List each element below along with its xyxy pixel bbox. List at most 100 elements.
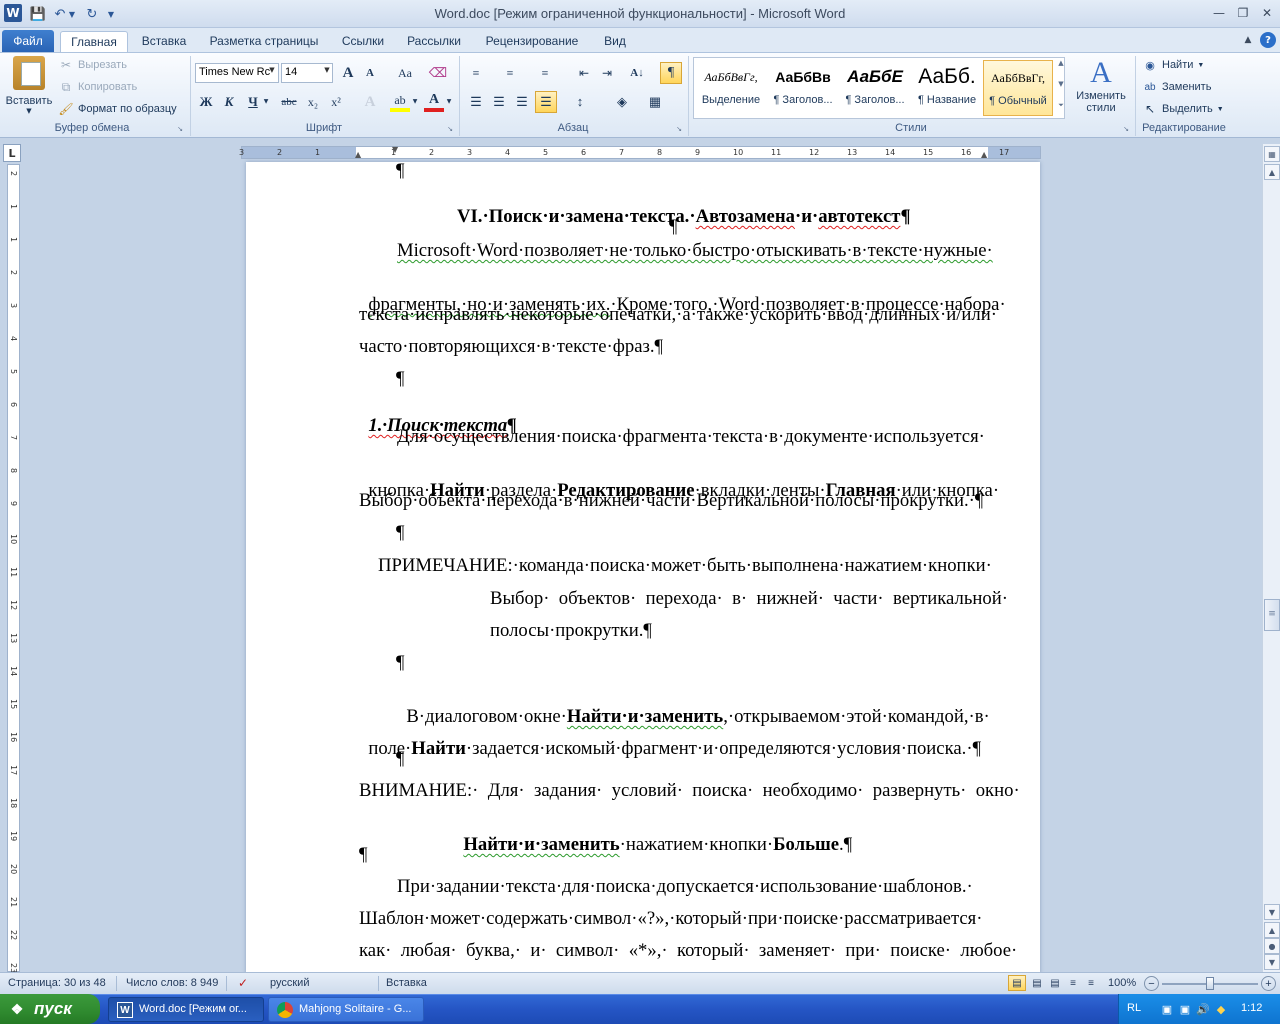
paragraph-mark[interactable]: ¶ — [396, 368, 404, 390]
tray-icon[interactable]: ▣ — [1177, 1001, 1193, 1017]
bullets-icon[interactable]: ≡ — [466, 63, 486, 83]
subscript-button[interactable]: x₂ — [303, 92, 323, 112]
tab-mailings[interactable]: Рассылки — [402, 31, 466, 52]
doc-line[interactable]: текста·исправлять·некоторые·опечатки,·а·… — [359, 304, 997, 326]
previous-page-icon[interactable]: ▲ — [1264, 922, 1280, 938]
proofing-icon[interactable]: ✓ — [234, 975, 252, 991]
underline-button[interactable]: Ч — [243, 92, 263, 112]
taskbar-item-word[interactable]: W Word.doc [Режим ог... — [108, 997, 264, 1022]
text-effects-icon[interactable]: A — [360, 92, 380, 112]
tab-page-layout[interactable]: Разметка страницы — [204, 31, 324, 52]
styles-launcher-icon[interactable]: ↘ — [1122, 125, 1130, 133]
justify-button[interactable]: ☰ — [535, 91, 557, 113]
doc-line[interactable]: поле·Найти·задается·искомый·фрагмент·и·о… — [359, 716, 981, 760]
doc-heading[interactable]: VI.·Поиск·и·замена·текста.·Автозамена·и·… — [448, 184, 911, 228]
select-button[interactable]: ↖ Выделить ▼ — [1142, 99, 1224, 119]
security-icon[interactable]: ◆ — [1213, 1001, 1229, 1017]
vertical-scrollbar[interactable]: ▦ ▲ ≡ ▼ ▲ ● ▼ — [1262, 144, 1280, 972]
underline-dropdown-icon[interactable]: ▼ — [262, 98, 270, 105]
print-layout-view-icon[interactable]: ▤ — [1008, 975, 1026, 991]
styles-scroll-down-icon[interactable]: ▼ — [1056, 80, 1066, 88]
decrease-indent-icon[interactable]: ⇤ — [574, 63, 594, 83]
web-layout-icon[interactable]: ▤ — [1046, 975, 1064, 991]
clipboard-launcher-icon[interactable]: ↘ — [176, 125, 184, 133]
paragraph-mark[interactable]: ¶ — [396, 748, 404, 770]
doc-line[interactable]: Выбор·объекта·перехода·в·нижней·части·Ве… — [359, 490, 983, 512]
highlight-dropdown-icon[interactable]: ▼ — [411, 98, 419, 105]
keyboard-language[interactable]: RL — [1127, 1002, 1141, 1014]
insert-mode[interactable]: Вставка — [386, 977, 427, 989]
outline-view-icon[interactable]: ≡ — [1064, 975, 1082, 991]
paragraph-launcher-icon[interactable]: ↘ — [675, 125, 683, 133]
tab-file[interactable]: Файл — [2, 30, 54, 52]
horizontal-ruler[interactable]: 3 2 1 1 2 3 4 5 6 7 8 9 10 11 12 13 14 15 16 17 ▼ ▲ ▲ — [239, 145, 1041, 159]
word-count[interactable]: Число слов: 8 949 — [126, 977, 218, 989]
scroll-down-icon[interactable]: ▼ — [1264, 904, 1280, 920]
font-color-dropdown-icon[interactable]: ▼ — [445, 98, 453, 105]
paragraph-mark[interactable]: ¶ — [359, 844, 367, 866]
language-indicator[interactable]: русский — [270, 977, 309, 989]
grow-font-icon[interactable]: A — [338, 63, 358, 83]
tab-references[interactable]: Ссылки — [336, 31, 390, 52]
doc-line[interactable]: ПРИМЕЧАНИЕ:·команда·поиска·может·быть·вы… — [378, 555, 992, 577]
multilevel-list-icon[interactable]: ≡ — [535, 63, 555, 83]
doc-line[interactable]: часто·повторяющихся·в·тексте·фраз.¶ — [359, 336, 663, 358]
font-color-icon[interactable]: A — [424, 92, 444, 112]
sort-icon[interactable]: A↓ — [627, 63, 647, 83]
change-case-icon[interactable]: Aa — [392, 63, 418, 83]
doc-line[interactable]: как· любая· буква,· и· символ· «*»,· кот… — [359, 940, 1017, 962]
strikethrough-button[interactable]: abc — [278, 92, 300, 112]
vertical-ruler[interactable]: 2 1 1 2 3 4 5 6 7 8 9 10 11 12 13 14 15 16 17 18 19 20 21 22 23 — [7, 164, 20, 973]
full-screen-reading-icon[interactable]: ▤ — [1028, 975, 1046, 991]
line-spacing-icon[interactable]: ↕ — [570, 92, 590, 112]
tab-view[interactable]: Вид — [598, 31, 632, 52]
view-ruler-icon[interactable]: ▦ — [1264, 146, 1280, 162]
style-normal[interactable]: АаБбВвГг, ¶ Обычный — [983, 60, 1053, 116]
first-line-indent-marker[interactable]: ▼ — [392, 145, 398, 154]
doc-line[interactable]: Шаблон·может·содержать·символ·«?»,·котор… — [359, 908, 982, 930]
style-emphasis[interactable]: АаБбВвГг, Выделение — [696, 60, 766, 116]
doc-line[interactable]: Для·осуществления·поиска·фрагмента·текст… — [397, 426, 985, 448]
italic-button[interactable]: К — [219, 92, 239, 112]
superscript-button[interactable]: x² — [326, 92, 346, 112]
scroll-thumb[interactable]: ≡ — [1264, 599, 1280, 631]
shrink-font-icon[interactable]: A — [360, 63, 380, 83]
clear-formatting-icon[interactable]: ⌫ — [428, 63, 448, 83]
style-heading2[interactable]: АаБбЕ ¶ Заголов... — [840, 60, 910, 116]
doc-line[interactable]: ВНИМАНИЕ:· Для· задания· условий· поиска… — [359, 780, 1020, 802]
zoom-out-icon[interactable]: − — [1144, 976, 1159, 991]
copy-button[interactable]: ⧉ Копировать — [58, 77, 138, 97]
volume-icon[interactable]: 🔊 — [1195, 1001, 1211, 1017]
styles-more-icon[interactable]: ⏷ — [1056, 101, 1066, 110]
bold-button[interactable]: Ж — [196, 92, 216, 112]
styles-scroll-up-icon[interactable]: ▲ — [1056, 59, 1066, 67]
show-marks-button[interactable]: ¶ — [660, 62, 682, 84]
minimize-icon[interactable]: — — [1206, 4, 1232, 22]
tab-selector[interactable]: L — [3, 144, 21, 162]
increase-indent-icon[interactable]: ⇥ — [597, 63, 617, 83]
paste-button[interactable]: Вставить ▼ — [4, 56, 54, 118]
borders-icon[interactable]: ▦ — [645, 92, 665, 112]
tab-home[interactable]: Главная — [60, 31, 128, 52]
tab-insert[interactable]: Вставка — [138, 31, 190, 52]
style-heading1[interactable]: АаБбВв ¶ Заголов... — [768, 60, 838, 116]
shading-icon[interactable]: ◈ — [612, 92, 632, 112]
align-left-icon[interactable]: ☰ — [466, 92, 486, 112]
page-indicator[interactable]: Страница: 30 из 48 — [8, 977, 106, 989]
hanging-indent-marker[interactable]: ▲ — [355, 150, 361, 159]
doc-line[interactable]: Microsoft·Word·позволяет·не·только·быстр… — [397, 240, 993, 262]
doc-line[interactable]: Найти·и·заменить·нажатием·кнопки·Больше.… — [454, 812, 852, 856]
next-page-icon[interactable]: ▼ — [1264, 954, 1280, 970]
paragraph-mark[interactable]: ¶ — [669, 216, 677, 238]
clock[interactable]: 1:12 — [1241, 1002, 1262, 1014]
numbering-icon[interactable]: ≡ — [500, 63, 520, 83]
zoom-in-icon[interactable]: + — [1261, 976, 1276, 991]
network-icon[interactable]: ▣ — [1159, 1001, 1175, 1017]
close-icon[interactable]: ✕ — [1254, 4, 1280, 22]
align-center-icon[interactable]: ☰ — [489, 92, 509, 112]
font-size-dropdown-icon[interactable]: ▼ — [322, 66, 332, 74]
paragraph-mark[interactable]: ¶ — [396, 160, 404, 182]
scroll-up-icon[interactable]: ▲ — [1264, 164, 1280, 180]
paragraph-mark[interactable]: ¶ — [396, 522, 404, 544]
tab-review[interactable]: Рецензирование — [480, 31, 584, 52]
